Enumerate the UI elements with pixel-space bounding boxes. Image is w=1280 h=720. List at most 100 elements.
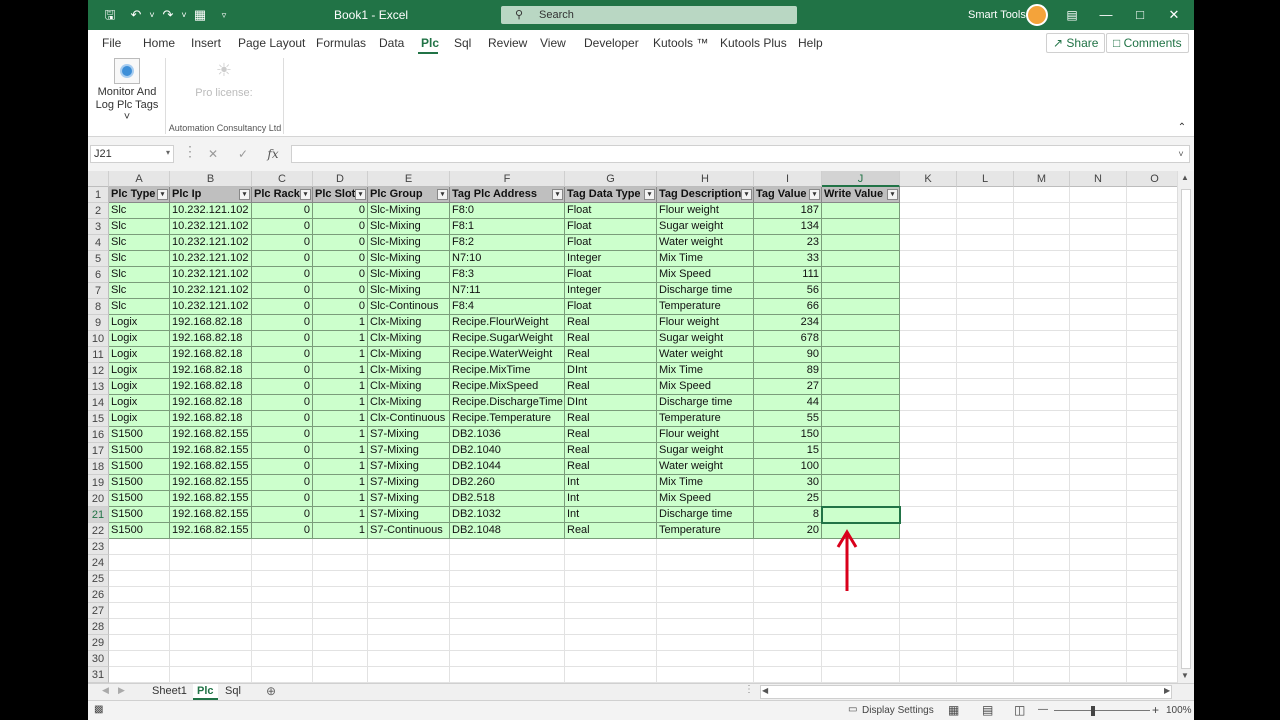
menu-data[interactable]: Data [379,36,404,50]
table-cell[interactable]: 0 [252,491,313,507]
row-header[interactable]: 1 [88,187,109,203]
table-cell[interactable]: 192.168.82.155 [170,491,252,507]
grid-cell[interactable] [1070,491,1127,507]
grid-cell[interactable] [957,651,1014,667]
grid-cell[interactable] [957,331,1014,347]
scroll-right-icon[interactable]: ▶ [1164,686,1170,695]
user-name[interactable]: Smart Tools [968,9,1026,21]
grid-cell[interactable] [900,251,957,267]
table-cell[interactable]: 192.168.82.18 [170,347,252,363]
grid-cell[interactable] [1014,331,1070,347]
filter-dropdown-icon[interactable]: ▾ [644,189,655,200]
form-icon[interactable]: ▦ [192,7,208,23]
prev-sheet-icon[interactable]: ◀ [102,685,109,696]
table-cell[interactable]: Slc-Mixing [368,283,450,299]
horizontal-scrollbar[interactable] [760,685,1172,699]
column-header-e[interactable]: E [368,171,450,187]
table-cell[interactable]: Mix Speed [657,491,754,507]
table-cell[interactable] [822,475,900,491]
table-header-cell[interactable]: Plc Rack ▾ [252,187,313,203]
table-cell[interactable]: 192.168.82.155 [170,523,252,539]
table-header-cell[interactable]: Tag Plc Address ▾ [450,187,565,203]
table-cell[interactable] [822,235,900,251]
grid-cell[interactable] [1127,379,1177,395]
filter-dropdown-icon[interactable]: ▾ [741,189,752,200]
grid-cell[interactable] [170,619,252,635]
grid-cell[interactable] [1014,283,1070,299]
grid-cell[interactable] [957,443,1014,459]
menu-page-layout[interactable]: Page Layout [238,36,305,50]
table-cell[interactable]: 56 [754,283,822,299]
table-cell[interactable]: 0 [252,411,313,427]
grid-cell[interactable] [657,651,754,667]
table-cell[interactable]: S1500 [109,443,170,459]
table-cell[interactable]: 27 [754,379,822,395]
grid-cell[interactable] [1070,395,1127,411]
table-cell[interactable]: 134 [754,219,822,235]
grid-cell[interactable] [957,187,1014,203]
table-cell[interactable]: 1 [313,459,368,475]
grid-cell[interactable] [1070,651,1127,667]
grid-cell[interactable] [1070,427,1127,443]
table-cell[interactable]: DB2.1044 [450,459,565,475]
maximize-button[interactable]: □ [1123,0,1157,30]
normal-view-icon[interactable]: ▦ [948,703,959,717]
grid-cell[interactable] [900,395,957,411]
menu-developer[interactable]: Developer [584,36,639,50]
grid-cell[interactable] [1070,667,1127,683]
table-cell[interactable] [822,347,900,363]
macro-record-icon[interactable]: ▩ [94,704,103,715]
table-cell[interactable]: Slc [109,203,170,219]
customize-toolbar-icon[interactable]: ▿ [216,7,232,23]
grid-cell[interactable] [109,587,170,603]
undo-dropdown-icon[interactable]: ˅ [144,7,160,23]
grid-cell[interactable] [170,635,252,651]
grid-cell[interactable] [170,667,252,683]
table-cell[interactable] [822,315,900,331]
table-cell[interactable]: Real [565,411,657,427]
table-cell[interactable]: Temperature [657,299,754,315]
table-cell[interactable]: Integer [565,283,657,299]
grid-cell[interactable] [1070,379,1127,395]
grid-cell[interactable] [368,571,450,587]
row-header[interactable]: 18 [88,459,109,475]
table-header-cell[interactable]: Tag Value ▾ [754,187,822,203]
grid-cell[interactable] [822,603,900,619]
table-cell[interactable]: 192.168.82.155 [170,443,252,459]
table-cell[interactable]: 0 [252,459,313,475]
table-cell[interactable]: S1500 [109,459,170,475]
grid-cell[interactable] [1014,315,1070,331]
grid-cell[interactable] [1127,539,1177,555]
table-cell[interactable]: 10.232.121.102 [170,299,252,315]
table-cell[interactable]: 0 [252,283,313,299]
grid-cell[interactable] [1127,219,1177,235]
grid-cell[interactable] [957,459,1014,475]
table-cell[interactable]: F8:2 [450,235,565,251]
table-cell[interactable]: 10.232.121.102 [170,283,252,299]
table-cell[interactable]: 0 [252,507,313,523]
table-cell[interactable]: Mix Speed [657,267,754,283]
table-cell[interactable]: Discharge time [657,395,754,411]
filter-dropdown-icon[interactable]: ▾ [552,189,563,200]
table-cell[interactable]: Temperature [657,523,754,539]
grid-cell[interactable] [1070,331,1127,347]
grid-cell[interactable] [900,203,957,219]
table-cell[interactable]: 0 [313,235,368,251]
column-header-m[interactable]: M [1014,171,1070,187]
grid-cell[interactable] [754,651,822,667]
row-header[interactable]: 19 [88,475,109,491]
grid-cell[interactable] [1127,187,1177,203]
table-cell[interactable]: Clx-Mixing [368,347,450,363]
grid-cell[interactable] [368,555,450,571]
collapse-ribbon-icon[interactable]: ⌃ [1176,122,1188,133]
grid-cell[interactable] [957,491,1014,507]
table-cell[interactable]: Slc [109,235,170,251]
grid-cell[interactable] [1127,523,1177,539]
grid-cell[interactable] [957,507,1014,523]
table-cell[interactable]: 1 [313,523,368,539]
grid-cell[interactable] [1014,347,1070,363]
grid-cell[interactable] [900,283,957,299]
grid-cell[interactable] [900,379,957,395]
grid-cell[interactable] [313,603,368,619]
sheet-tab-sheet1[interactable]: Sheet1 [148,684,191,700]
